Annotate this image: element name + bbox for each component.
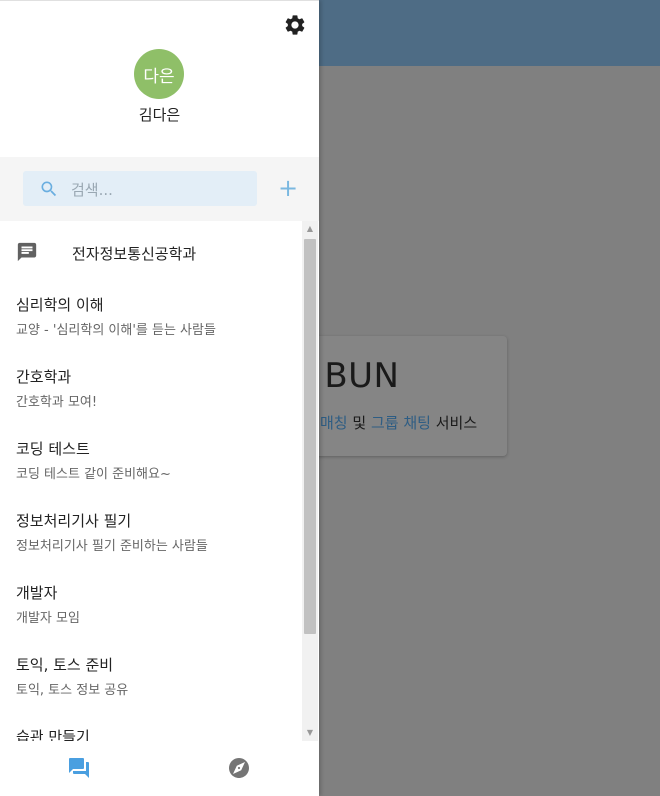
list-item[interactable]: 정보처리기사 필기 정보처리기사 필기 준비하는 사람들	[0, 501, 302, 573]
scroll-up-arrow-icon[interactable]: ▲	[302, 221, 318, 237]
scrollbar[interactable]: ▲ ▼	[302, 221, 318, 741]
intro-subtitle: 매칭 및 그룹 채팅 서비스	[320, 412, 477, 433]
search-input[interactable]	[69, 171, 253, 208]
intro-subtitle-service: 서비스	[435, 414, 478, 432]
search-box[interactable]	[23, 171, 257, 208]
room-title: 토익, 토스 준비	[16, 656, 114, 674]
list-item[interactable]: 코딩 테스트 코딩 테스트 같이 준비해요~	[0, 429, 302, 501]
category-row[interactable]: 전자정보통신공학과	[0, 221, 302, 285]
room-title: 습관 만들기	[16, 728, 90, 741]
username: 김다은	[138, 106, 181, 124]
category-label: 전자정보통신공학과	[72, 245, 197, 263]
room-list[interactable]: 전자정보통신공학과 심리학의 이해 교양 - '심리학의 이해'를 듣는 사람들…	[0, 221, 302, 741]
search-section: +	[0, 157, 319, 221]
intro-subtitle-matching: 매칭	[320, 414, 348, 432]
navigation-drawer: 다은 김다은 + 전자정보통신공학과 심리학의 이해 교양 - '심리학의 이해…	[0, 0, 319, 796]
list-item[interactable]: 개발자 개발자 모임	[0, 573, 302, 645]
list-item[interactable]: 습관 만들기	[0, 717, 302, 741]
room-subtitle: 교양 - '심리학의 이해'를 듣는 사람들	[16, 323, 216, 338]
intro-subtitle-and: 및	[352, 414, 367, 432]
chat-icon	[17, 242, 37, 262]
room-subtitle: 토익, 토스 정보 공유	[16, 683, 129, 698]
list-item[interactable]: 토익, 토스 준비 토익, 토스 정보 공유	[0, 645, 302, 717]
forum-icon[interactable]	[67, 756, 91, 780]
room-title: 정보처리기사 필기	[16, 512, 132, 530]
drawer-top-border	[0, 0, 319, 1]
room-subtitle: 개발자 모임	[16, 611, 80, 626]
compass-icon[interactable]	[227, 756, 251, 780]
room-title: 심리학의 이해	[16, 296, 104, 314]
room-subtitle: 정보처리기사 필기 준비하는 사람들	[16, 539, 208, 554]
scroll-down-arrow-icon[interactable]: ▼	[302, 725, 318, 741]
room-title: 코딩 테스트	[16, 440, 90, 458]
list-item[interactable]: 간호학과 간호학과 모여!	[0, 357, 302, 429]
room-title: 간호학과	[16, 368, 72, 386]
gear-icon[interactable]	[283, 13, 307, 37]
intro-subtitle-group-chat: 그룹 채팅	[370, 414, 431, 432]
room-subtitle: 간호학과 모여!	[16, 395, 98, 410]
bottom-nav	[0, 741, 319, 796]
scrollbar-thumb[interactable]	[304, 239, 316, 634]
search-icon	[41, 181, 57, 197]
room-subtitle: 코딩 테스트 같이 준비해요~	[16, 467, 171, 482]
add-room-button[interactable]: +	[277, 176, 299, 200]
room-title: 개발자	[16, 584, 58, 602]
list-item[interactable]: 심리학의 이해 교양 - '심리학의 이해'를 듣는 사람들	[0, 285, 302, 357]
avatar[interactable]: 다은	[134, 49, 184, 99]
